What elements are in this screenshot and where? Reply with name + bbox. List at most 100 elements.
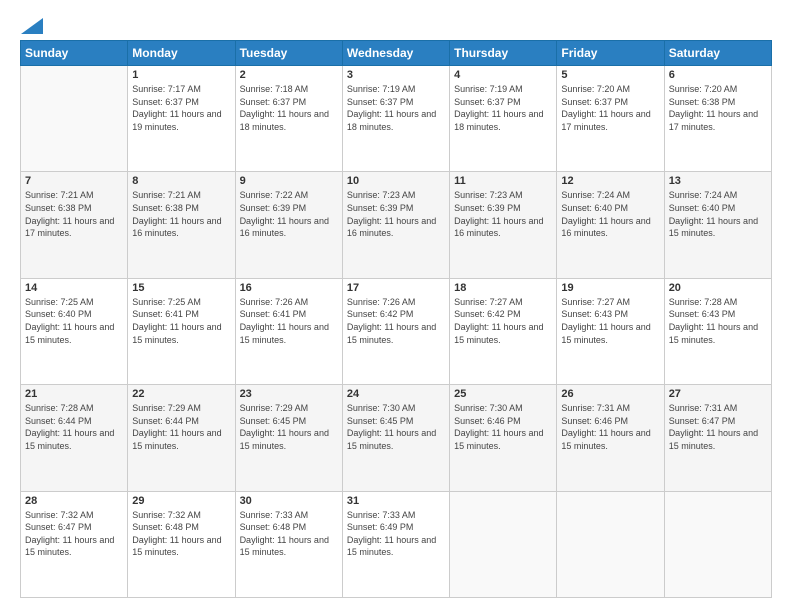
day-info: Sunrise: 7:30 AMSunset: 6:46 PMDaylight:… <box>454 402 552 452</box>
day-number: 8 <box>132 175 230 187</box>
day-info: Sunrise: 7:20 AMSunset: 6:37 PMDaylight:… <box>561 83 659 133</box>
calendar-cell: 8 Sunrise: 7:21 AMSunset: 6:38 PMDaylight… <box>128 172 235 278</box>
day-number: 5 <box>561 69 659 81</box>
calendar-cell: 20Sunrise: 7:28 AMSunset: 6:43 PMDayligh… <box>664 278 771 384</box>
calendar-cell: 11 Sunrise: 7:23 AMSunset: 6:39 PMDayligh… <box>450 172 557 278</box>
day-number: 29 <box>132 495 230 507</box>
calendar-cell: 9 Sunrise: 7:22 AMSunset: 6:39 PMDaylight… <box>235 172 342 278</box>
calendar-cell <box>21 66 128 172</box>
calendar-cell: 27 Sunrise: 7:31 AMSunset: 6:47 PMDayligh… <box>664 385 771 491</box>
day-info: Sunrise: 7:18 AMSunset: 6:37 PMDaylight:… <box>240 83 338 133</box>
day-number: 30 <box>240 495 338 507</box>
calendar-week-row: 1 Sunrise: 7:17 AMSunset: 6:37 PMDaylight… <box>21 66 772 172</box>
calendar-header-saturday: Saturday <box>664 41 771 66</box>
day-number: 2 <box>240 69 338 81</box>
day-number: 31 <box>347 495 445 507</box>
calendar-cell: 3Sunrise: 7:19 AMSunset: 6:37 PMDaylight… <box>342 66 449 172</box>
day-info: Sunrise: 7:23 AMSunset: 6:39 PMDaylight:… <box>347 189 445 239</box>
calendar-cell: 25Sunrise: 7:30 AMSunset: 6:46 PMDayligh… <box>450 385 557 491</box>
day-info: Sunrise: 7:26 AMSunset: 6:41 PMDaylight:… <box>240 296 338 346</box>
calendar-cell: 17 Sunrise: 7:26 AMSunset: 6:42 PMDayligh… <box>342 278 449 384</box>
calendar-header-friday: Friday <box>557 41 664 66</box>
day-info: Sunrise: 7:25 AMSunset: 6:41 PMDaylight:… <box>132 296 230 346</box>
day-info: Sunrise: 7:29 AMSunset: 6:44 PMDaylight:… <box>132 402 230 452</box>
day-info: Sunrise: 7:24 AMSunset: 6:40 PMDaylight:… <box>561 189 659 239</box>
day-info: Sunrise: 7:32 AMSunset: 6:47 PMDaylight:… <box>25 509 123 559</box>
day-info: Sunrise: 7:31 AMSunset: 6:46 PMDaylight:… <box>561 402 659 452</box>
calendar-table: SundayMondayTuesdayWednesdayThursdayFrid… <box>20 40 772 598</box>
day-info: Sunrise: 7:27 AMSunset: 6:43 PMDaylight:… <box>561 296 659 346</box>
calendar-header-tuesday: Tuesday <box>235 41 342 66</box>
day-number: 18 <box>454 282 552 294</box>
day-number: 4 <box>454 69 552 81</box>
calendar-header-wednesday: Wednesday <box>342 41 449 66</box>
day-number: 10 <box>347 175 445 187</box>
calendar-cell: 2 Sunrise: 7:18 AMSunset: 6:37 PMDaylight… <box>235 66 342 172</box>
day-number: 15 <box>132 282 230 294</box>
calendar-cell: 15 Sunrise: 7:25 AMSunset: 6:41 PMDayligh… <box>128 278 235 384</box>
day-info: Sunrise: 7:21 AMSunset: 6:38 PMDaylight:… <box>25 189 123 239</box>
day-number: 28 <box>25 495 123 507</box>
day-number: 7 <box>25 175 123 187</box>
logo <box>20 18 44 30</box>
calendar-header-thursday: Thursday <box>450 41 557 66</box>
calendar-cell: 28 Sunrise: 7:32 AMSunset: 6:47 PMDayligh… <box>21 491 128 597</box>
calendar-cell: 29 Sunrise: 7:32 AMSunset: 6:48 PMDayligh… <box>128 491 235 597</box>
day-info: Sunrise: 7:27 AMSunset: 6:42 PMDaylight:… <box>454 296 552 346</box>
logo-triangle-icon <box>21 18 43 34</box>
calendar-header-monday: Monday <box>128 41 235 66</box>
day-info: Sunrise: 7:22 AMSunset: 6:39 PMDaylight:… <box>240 189 338 239</box>
day-number: 13 <box>669 175 767 187</box>
calendar-cell: 24Sunrise: 7:30 AMSunset: 6:45 PMDayligh… <box>342 385 449 491</box>
day-info: Sunrise: 7:31 AMSunset: 6:47 PMDaylight:… <box>669 402 767 452</box>
calendar-week-row: 14 Sunrise: 7:25 AMSunset: 6:40 PMDayligh… <box>21 278 772 384</box>
day-number: 1 <box>132 69 230 81</box>
day-number: 24 <box>347 388 445 400</box>
day-info: Sunrise: 7:33 AMSunset: 6:49 PMDaylight:… <box>347 509 445 559</box>
day-info: Sunrise: 7:24 AMSunset: 6:40 PMDaylight:… <box>669 189 767 239</box>
day-info: Sunrise: 7:32 AMSunset: 6:48 PMDaylight:… <box>132 509 230 559</box>
day-info: Sunrise: 7:25 AMSunset: 6:40 PMDaylight:… <box>25 296 123 346</box>
day-number: 12 <box>561 175 659 187</box>
day-info: Sunrise: 7:21 AMSunset: 6:38 PMDaylight:… <box>132 189 230 239</box>
calendar-cell: 10 Sunrise: 7:23 AMSunset: 6:39 PMDayligh… <box>342 172 449 278</box>
header <box>20 18 772 30</box>
day-info: Sunrise: 7:17 AMSunset: 6:37 PMDaylight:… <box>132 83 230 133</box>
calendar-cell: 5 Sunrise: 7:20 AMSunset: 6:37 PMDaylight… <box>557 66 664 172</box>
calendar-cell: 26Sunrise: 7:31 AMSunset: 6:46 PMDayligh… <box>557 385 664 491</box>
day-info: Sunrise: 7:23 AMSunset: 6:39 PMDaylight:… <box>454 189 552 239</box>
calendar-cell: 18 Sunrise: 7:27 AMSunset: 6:42 PMDayligh… <box>450 278 557 384</box>
calendar-header-row: SundayMondayTuesdayWednesdayThursdayFrid… <box>21 41 772 66</box>
day-info: Sunrise: 7:19 AMSunset: 6:37 PMDaylight:… <box>454 83 552 133</box>
calendar-cell: 22 Sunrise: 7:29 AMSunset: 6:44 PMDayligh… <box>128 385 235 491</box>
calendar-week-row: 21 Sunrise: 7:28 AMSunset: 6:44 PMDayligh… <box>21 385 772 491</box>
day-info: Sunrise: 7:29 AMSunset: 6:45 PMDaylight:… <box>240 402 338 452</box>
calendar-cell: 13 Sunrise: 7:24 AMSunset: 6:40 PMDayligh… <box>664 172 771 278</box>
day-number: 20 <box>669 282 767 294</box>
day-number: 19 <box>561 282 659 294</box>
calendar-cell: 31 Sunrise: 7:33 AMSunset: 6:49 PMDayligh… <box>342 491 449 597</box>
day-info: Sunrise: 7:26 AMSunset: 6:42 PMDaylight:… <box>347 296 445 346</box>
day-number: 22 <box>132 388 230 400</box>
day-info: Sunrise: 7:19 AMSunset: 6:37 PMDaylight:… <box>347 83 445 133</box>
calendar-week-row: 28 Sunrise: 7:32 AMSunset: 6:47 PMDayligh… <box>21 491 772 597</box>
calendar-cell: 12 Sunrise: 7:24 AMSunset: 6:40 PMDayligh… <box>557 172 664 278</box>
calendar-cell: 4 Sunrise: 7:19 AMSunset: 6:37 PMDaylight… <box>450 66 557 172</box>
day-number: 27 <box>669 388 767 400</box>
day-info: Sunrise: 7:20 AMSunset: 6:38 PMDaylight:… <box>669 83 767 133</box>
day-number: 17 <box>347 282 445 294</box>
calendar-cell <box>557 491 664 597</box>
calendar-cell: 14 Sunrise: 7:25 AMSunset: 6:40 PMDayligh… <box>21 278 128 384</box>
day-info: Sunrise: 7:28 AMSunset: 6:44 PMDaylight:… <box>25 402 123 452</box>
calendar-cell: 23Sunrise: 7:29 AMSunset: 6:45 PMDayligh… <box>235 385 342 491</box>
day-number: 21 <box>25 388 123 400</box>
day-number: 16 <box>240 282 338 294</box>
day-info: Sunrise: 7:33 AMSunset: 6:48 PMDaylight:… <box>240 509 338 559</box>
day-number: 9 <box>240 175 338 187</box>
calendar-cell <box>664 491 771 597</box>
day-number: 11 <box>454 175 552 187</box>
day-number: 14 <box>25 282 123 294</box>
calendar-cell: 30 Sunrise: 7:33 AMSunset: 6:48 PMDayligh… <box>235 491 342 597</box>
calendar-cell <box>450 491 557 597</box>
calendar-header-sunday: Sunday <box>21 41 128 66</box>
